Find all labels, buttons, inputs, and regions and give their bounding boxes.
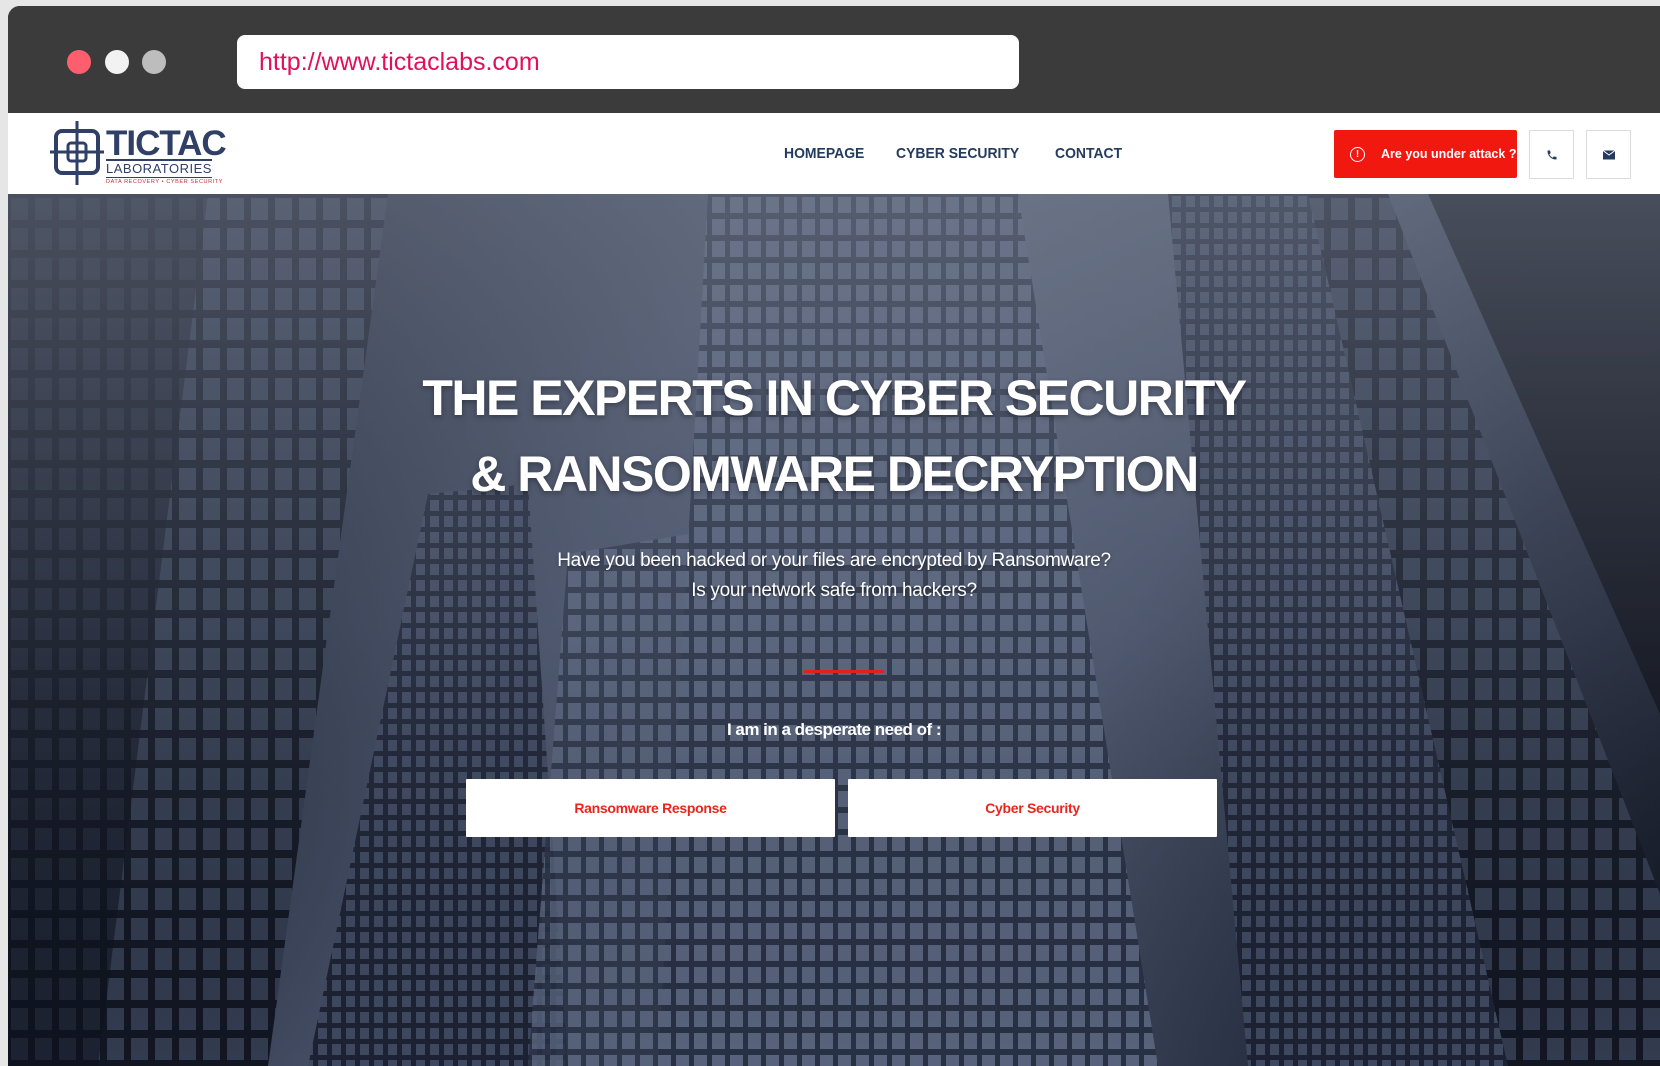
cyber-security-label: Cyber Security	[985, 800, 1080, 816]
need-label: I am in a desperate need of :	[726, 720, 942, 739]
under-attack-button[interactable]: ! Are you under attack ?	[1334, 130, 1517, 178]
browser-chrome: http://www.tictaclabs.com	[8, 6, 1660, 113]
site-header: TICTAC LABORATORIES DATA RECOVERY • CYBE…	[8, 113, 1660, 195]
ransomware-response-label: Ransomware Response	[574, 800, 727, 816]
hero-subtitle: Have you been hacked or your files are e…	[8, 546, 1660, 606]
phone-icon	[1547, 150, 1556, 159]
nav-cyber-security[interactable]: CYBER SECURITY	[896, 145, 1019, 162]
hero-section: THE EXPERTS IN CYBER SECURITY & RANSOMWA…	[8, 194, 1660, 1066]
logo-tagline: DATA RECOVERY • CYBER SECURITY	[106, 179, 224, 185]
phone-button[interactable]	[1529, 130, 1574, 179]
hero-title: THE EXPERTS IN CYBER SECURITY & RANSOMWA…	[8, 360, 1660, 512]
maximize-window-button[interactable]	[142, 50, 166, 74]
email-button[interactable]	[1586, 130, 1631, 179]
ransomware-response-button[interactable]: Ransomware Response	[466, 779, 835, 837]
hero-title-line-1: THE EXPERTS IN CYBER SECURITY	[422, 370, 1247, 426]
logo-title: TICTAC	[106, 124, 227, 163]
address-bar[interactable]: http://www.tictaclabs.com	[237, 35, 1019, 89]
mail-icon	[1602, 149, 1615, 159]
hero-subtitle-line-1: Have you been hacked or your files are e…	[557, 550, 1111, 571]
nav-homepage[interactable]: HOMEPAGE	[784, 145, 864, 162]
logo-target-icon	[50, 121, 104, 185]
cyber-security-button[interactable]: Cyber Security	[848, 779, 1217, 837]
hero-divider	[804, 670, 884, 673]
site-logo[interactable]: TICTAC LABORATORIES DATA RECOVERY • CYBE…	[50, 119, 230, 189]
alert-icon: !	[1350, 146, 1365, 162]
hero-content: THE EXPERTS IN CYBER SECURITY & RANSOMWA…	[8, 194, 1660, 1066]
close-window-button[interactable]	[67, 50, 91, 74]
hero-subtitle-line-2: Is your network safe from hackers?	[691, 580, 977, 601]
hero-title-line-2: & RANSOMWARE DECRYPTION	[470, 446, 1199, 502]
browser-window: http://www.tictaclabs.com TICTAC LABORAT…	[8, 6, 1660, 1066]
under-attack-label: Are you under attack ?	[1381, 147, 1517, 161]
url-text: http://www.tictaclabs.com	[259, 47, 540, 76]
main-nav: HOMEPAGE CYBER SECURITY CONTACT	[784, 113, 1127, 194]
nav-contact[interactable]: CONTACT	[1055, 145, 1122, 162]
logo-subtitle: LABORATORIES	[106, 159, 212, 178]
minimize-window-button[interactable]	[105, 50, 129, 74]
